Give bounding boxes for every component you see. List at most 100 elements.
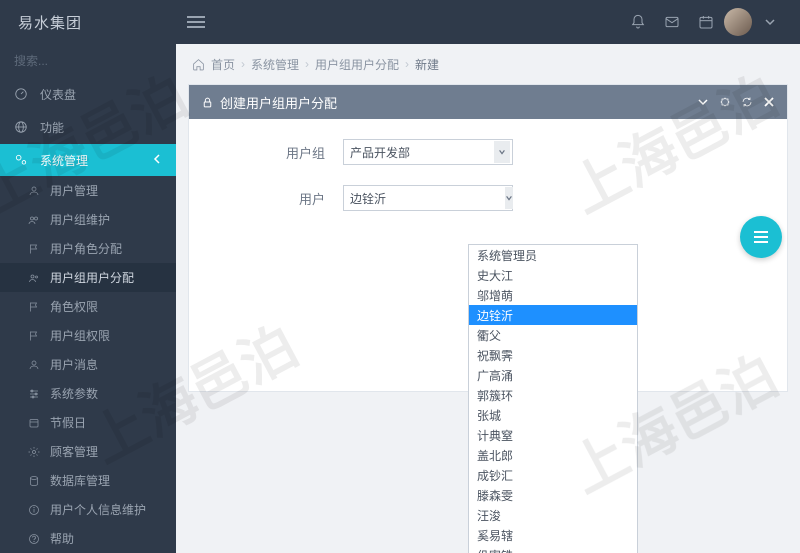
main-content: 首页 › 系统管理 › 用户组用户分配 › 新建 创建用户组用户分配	[176, 44, 800, 553]
breadcrumb-home[interactable]: 首页	[211, 56, 235, 73]
flag-icon	[28, 301, 44, 313]
brand-title: 易水集团	[0, 12, 176, 33]
sidebar-item-label: 仪表盘	[40, 86, 76, 103]
user-dropdown[interactable]: 系统管理员史大江邬增萌边铨沂衢父祝飘霁广高涌郭簇环张城计典窒盖北郎成钞汇滕森雯汪…	[468, 244, 638, 553]
chevron-down-icon	[505, 187, 513, 209]
panel-title: 创建用户组用户分配	[220, 93, 337, 112]
home-icon	[192, 58, 205, 71]
dropdown-option[interactable]: 系统管理员	[469, 245, 637, 265]
sidebar-item-label: 角色权限	[50, 298, 98, 315]
sidebar-sub-profile[interactable]: 用户个人信息维护	[0, 495, 176, 524]
sidebar-sub-holiday[interactable]: 节假日	[0, 408, 176, 437]
dropdown-option[interactable]: 衢父	[469, 325, 637, 345]
dropdown-option[interactable]: 滕森雯	[469, 485, 637, 505]
database-icon	[28, 475, 44, 487]
sidebar-item-label: 用户组权限	[50, 327, 110, 344]
sidebar-item-label: 用户组维护	[50, 211, 110, 228]
dropdown-option[interactable]: 汪浚	[469, 505, 637, 525]
user-label: 用户	[213, 189, 343, 208]
sidebar-item-label: 用户个人信息维护	[50, 501, 146, 518]
chevron-down-icon	[494, 141, 510, 163]
sidebar-sub-user-msg[interactable]: 用户消息	[0, 350, 176, 379]
breadcrumb-sep: ›	[405, 57, 409, 71]
topbar: 易水集团	[0, 0, 800, 44]
sidebar-sub-group-perm[interactable]: 用户组权限	[0, 321, 176, 350]
sidebar-sub-user-role[interactable]: 用户角色分配	[0, 234, 176, 263]
sidebar-item-label: 功能	[40, 119, 64, 136]
group-select[interactable]: 产品开发部	[343, 139, 513, 165]
dropdown-option[interactable]: 仉寮锆	[469, 545, 637, 553]
sidebar-item-label: 系统参数	[50, 385, 98, 402]
sidebar-item-functions[interactable]: 功能	[0, 111, 176, 144]
sidebar-item-label: 用户管理	[50, 182, 98, 199]
sidebar-sub-groups[interactable]: 用户组维护	[0, 205, 176, 234]
sidebar-item-label: 顾客管理	[50, 443, 98, 460]
search-input[interactable]	[14, 54, 169, 68]
user-menu-caret-icon[interactable]	[754, 6, 786, 38]
fab-menu-button[interactable]	[740, 216, 782, 258]
group-icon	[28, 214, 44, 226]
close-button[interactable]	[763, 96, 775, 108]
sidebar-item-dashboard[interactable]: 仪表盘	[0, 78, 176, 111]
dropdown-option[interactable]: 史大江	[469, 265, 637, 285]
sidebar-item-system[interactable]: 系统管理	[0, 144, 176, 177]
dashboard-icon	[14, 87, 32, 101]
sidebar-item-label: 系统管理	[40, 152, 88, 169]
globe-icon	[14, 120, 32, 134]
breadcrumb-item[interactable]: 系统管理	[251, 56, 299, 73]
group-select-value: 产品开发部	[350, 144, 410, 161]
sidebar-item-label: 用户组用户分配	[50, 269, 134, 286]
question-icon	[28, 533, 44, 545]
group-label: 用户组	[213, 143, 343, 162]
flag-icon	[28, 330, 44, 342]
sidebar-item-label: 用户角色分配	[50, 240, 122, 257]
breadcrumb-item[interactable]: 用户组用户分配	[315, 56, 399, 73]
breadcrumb-current: 新建	[415, 56, 439, 73]
sidebar-toggle-button[interactable]	[176, 15, 216, 29]
cog-icon	[28, 446, 44, 458]
dropdown-option[interactable]: 盖北郎	[469, 445, 637, 465]
bell-icon[interactable]	[622, 6, 654, 38]
user-select[interactable]	[343, 185, 513, 211]
calendar-icon	[28, 417, 44, 429]
sidebar-search[interactable]	[0, 44, 176, 78]
panel-header: 创建用户组用户分配	[189, 85, 787, 119]
dropdown-option[interactable]: 成钞汇	[469, 465, 637, 485]
info-icon	[28, 504, 44, 516]
sidebar-sub-sys-params[interactable]: 系统参数	[0, 379, 176, 408]
sidebar-item-label: 帮助	[50, 530, 74, 547]
calendar-icon[interactable]	[690, 6, 722, 38]
dropdown-option[interactable]: 张城	[469, 405, 637, 425]
sidebar-item-label: 用户消息	[50, 356, 98, 373]
breadcrumb-sep: ›	[305, 57, 309, 71]
sidebar-sub-users[interactable]: 用户管理	[0, 176, 176, 205]
refresh-button[interactable]	[741, 96, 753, 108]
sidebar-item-label: 节假日	[50, 414, 86, 431]
sidebar-sub-database[interactable]: 数据库管理	[0, 466, 176, 495]
sliders-icon	[28, 388, 44, 400]
breadcrumb: 首页 › 系统管理 › 用户组用户分配 › 新建	[176, 44, 800, 84]
dropdown-option[interactable]: 祝飘霁	[469, 345, 637, 365]
sidebar-sub-role-perm[interactable]: 角色权限	[0, 292, 176, 321]
avatar[interactable]	[724, 8, 752, 36]
dropdown-option[interactable]: 郭簇环	[469, 385, 637, 405]
breadcrumb-sep: ›	[241, 57, 245, 71]
flag-icon	[28, 243, 44, 255]
dropdown-option[interactable]: 计典窒	[469, 425, 637, 445]
sidebar-sub-group-user[interactable]: 用户组用户分配	[0, 263, 176, 292]
user-select-input[interactable]	[350, 191, 505, 205]
mail-icon[interactable]	[656, 6, 688, 38]
dropdown-option[interactable]: 邬增萌	[469, 285, 637, 305]
dropdown-option[interactable]: 奚易辖	[469, 525, 637, 545]
collapse-button[interactable]	[697, 96, 709, 108]
lock-icon	[201, 96, 214, 109]
sidebar-sub-help[interactable]: 帮助	[0, 524, 176, 553]
sidebar-item-label: 数据库管理	[50, 472, 110, 489]
dropdown-option[interactable]: 广高涌	[469, 365, 637, 385]
sidebar-sub-customer[interactable]: 顾客管理	[0, 437, 176, 466]
chevron-left-icon	[152, 153, 162, 167]
settings-button[interactable]	[719, 96, 731, 108]
dropdown-option[interactable]: 边铨沂	[469, 305, 637, 325]
cogs-icon	[14, 153, 32, 167]
user-icon	[28, 359, 44, 371]
